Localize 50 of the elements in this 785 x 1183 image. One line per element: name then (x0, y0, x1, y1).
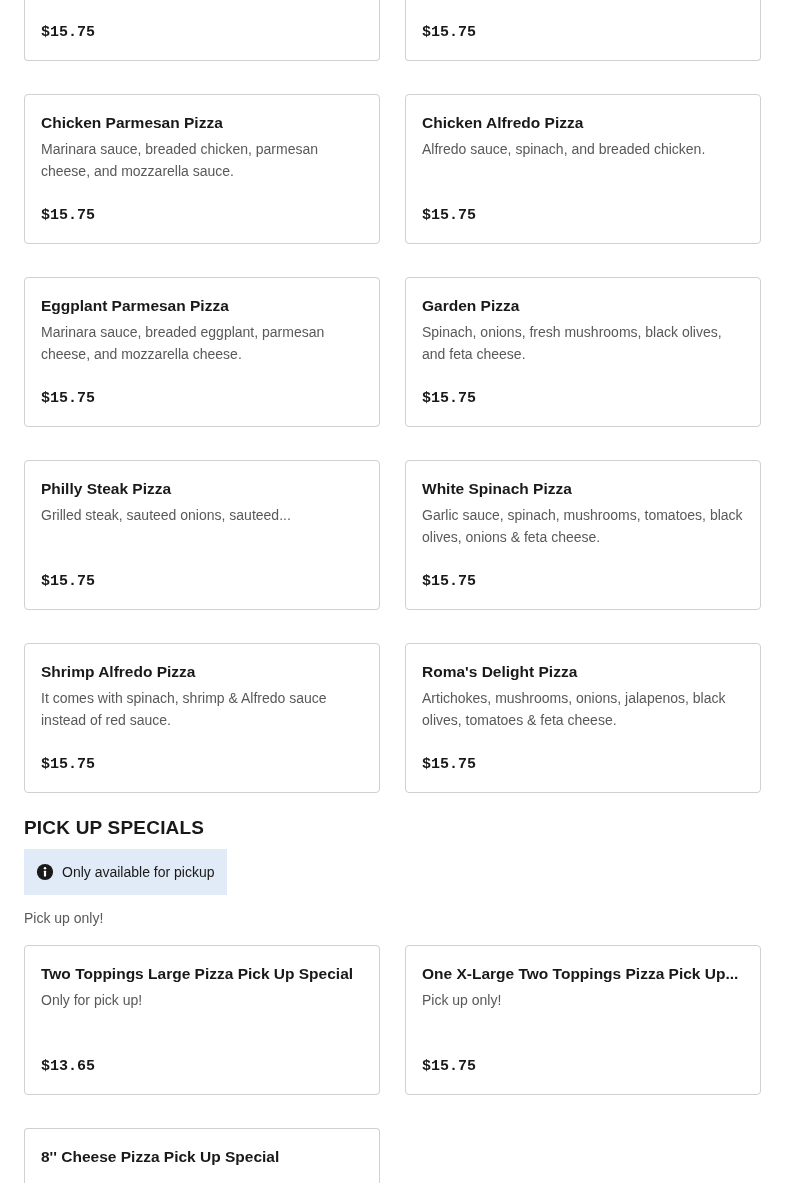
item-name: Garden Pizza (422, 296, 521, 316)
menu-item-card[interactable]: Philly Steak Pizza Grilled steak, sauteed onions, sauteed... $15.75 (24, 460, 380, 610)
item-name: Shrimp Alfredo Pizza (41, 662, 197, 682)
item-description: Only for pick up! (41, 991, 144, 1010)
item-price: $15.75 (422, 755, 477, 775)
info-icon (36, 863, 54, 881)
item-price: $15.75 (41, 755, 96, 775)
menu-item-card[interactable]: 8'' Cheese Pizza Pick Up Special (24, 1128, 380, 1183)
item-price: $15.75 (422, 389, 477, 409)
item-name: Chicken Alfredo Pizza (422, 113, 585, 133)
item-name: Two Toppings Large Pizza Pick Up Special (41, 964, 355, 984)
item-price: $15.75 (422, 23, 477, 43)
item-name: 8'' Cheese Pizza Pick Up Special (41, 1147, 281, 1167)
item-price: $15.75 (422, 572, 477, 592)
item-description: Spinach, onions, fresh mushrooms, black olives, and feta cheese. (422, 323, 723, 364)
menu-item-card[interactable]: Roma's Delight Pizza Artichokes, mushrooms, onions, jalapenos, black olives, tomatoes & feta cheese. $15.75 (405, 643, 761, 793)
item-name: Eggplant Parmesan Pizza (41, 296, 230, 316)
item-description: Alfredo sauce, spinach, and breaded chicken. (422, 140, 707, 159)
menu-item-card[interactable]: $15.75 (24, 0, 380, 61)
menu-item-card[interactable]: Eggplant Parmesan Pizza Marinara sauce, breaded eggplant, parmesan cheese, and mozzarella cheese. $15.75 (24, 277, 380, 427)
item-name: Philly Steak Pizza (41, 479, 173, 499)
menu-item-card[interactable]: Chicken Alfredo Pizza Alfredo sauce, spinach, and breaded chicken. $15.75 (405, 94, 761, 244)
item-price: $13.65 (41, 1057, 96, 1077)
item-description: Pick up only! (422, 991, 503, 1010)
menu-item-card[interactable]: Garden Pizza Spinach, onions, fresh mushrooms, black olives, and feta cheese. $15.75 (405, 277, 761, 427)
section-heading: PICK UP SPECIALS (24, 817, 206, 839)
menu-item-card[interactable]: Two Toppings Large Pizza Pick Up Special Only for pick up! $13.65 (24, 945, 380, 1095)
item-name: One X-Large Two Toppings Pizza Pick Up... (422, 964, 740, 984)
item-name: Chicken Parmesan Pizza (41, 113, 224, 133)
item-price: $15.75 (41, 572, 96, 592)
item-description: It comes with spinach, shrimp & Alfredo sauce instead of red sauce. (41, 689, 328, 730)
item-price: $15.75 (422, 206, 477, 226)
item-description: Artichokes, mushrooms, onions, jalapenos, black olives, tomatoes & feta cheese. (422, 689, 727, 730)
menu-item-card[interactable]: White Spinach Pizza Garlic sauce, spinach, mushrooms, tomatoes, black olives, onions & feta cheese. $15.75 (405, 460, 761, 610)
pickup-notice: Only available for pickup (24, 849, 227, 895)
item-price: $15.75 (422, 1057, 477, 1077)
item-price: $15.75 (41, 23, 96, 43)
menu-item-card[interactable]: $15.75 (405, 0, 761, 61)
menu-item-card[interactable]: Chicken Parmesan Pizza Marinara sauce, breaded chicken, parmesan cheese, and mozzarella sauce. $15.75 (24, 94, 380, 244)
item-description: Grilled steak, sauteed onions, sauteed... (41, 506, 292, 525)
item-name: Roma's Delight Pizza (422, 662, 579, 682)
item-description: Marinara sauce, breaded chicken, parmesan cheese, and mozzarella sauce. (41, 140, 320, 181)
menu-item-card[interactable]: One X-Large Two Toppings Pizza Pick Up... Pick up only! $15.75 (405, 945, 761, 1095)
item-description: Marinara sauce, breaded eggplant, parmesan cheese, and mozzarella cheese. (41, 323, 326, 364)
item-price: $15.75 (41, 389, 96, 409)
item-description: Garlic sauce, spinach, mushrooms, tomatoes, black olives, onions & feta cheese. (422, 506, 744, 547)
item-price: $15.75 (41, 206, 96, 226)
item-name: White Spinach Pizza (422, 479, 573, 499)
section-description: Pick up only! (24, 909, 105, 927)
menu-item-card[interactable]: Shrimp Alfredo Pizza It comes with spinach, shrimp & Alfredo sauce instead of red sauce. $15.75 (24, 643, 380, 793)
